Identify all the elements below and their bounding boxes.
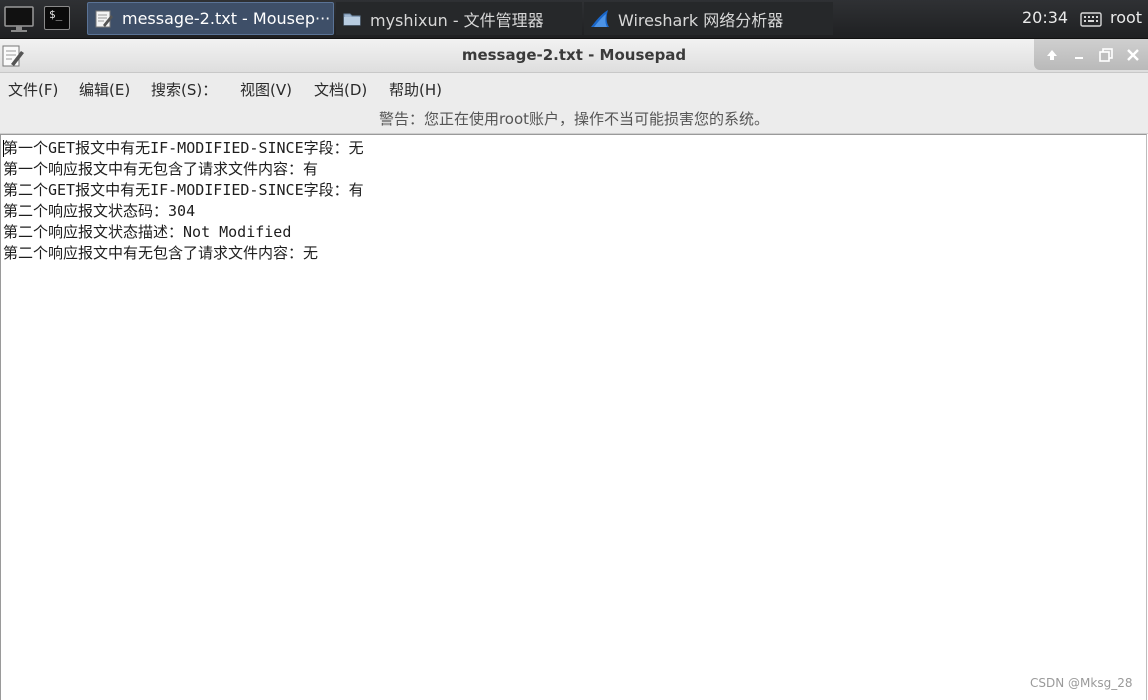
minimize-icon[interactable] <box>1071 47 1087 63</box>
menubar: 文件(F) 编辑(E) 搜索(S)： 视图(V) 文档(D) 帮助(H) <box>0 73 1148 103</box>
watermark: CSDN @Mksg_28 <box>1030 676 1133 690</box>
close-icon[interactable] <box>1125 47 1141 63</box>
top-panel: $_ message-2.txt - Mousep··· myshixun - … <box>0 0 1148 39</box>
wireshark-fin-icon <box>591 9 609 27</box>
taskbar-item-label: myshixun - 文件管理器 <box>370 10 544 30</box>
menu-search[interactable]: 搜索(S)： <box>151 79 217 100</box>
editor-line[interactable]: 第二个GET报文中有无IF-MODIFIED-SINCE字段：有 <box>3 180 364 201</box>
editor-line[interactable]: 第二个响应报文中有无包含了请求文件内容：无 <box>3 243 364 264</box>
editor-line[interactable]: 第二个响应报文状态描述：Not Modified <box>3 222 364 243</box>
taskbar-item-wireshark[interactable]: Wireshark 网络分析器 <box>584 2 833 35</box>
text-editor-icon <box>95 10 113 27</box>
editor-line[interactable]: 第一个响应报文中有无包含了请求文件内容：有 <box>3 159 364 180</box>
window-titlebar[interactable]: message-2.txt - Mousepad <box>0 39 1148 73</box>
menu-view[interactable]: 视图(V) <box>240 79 292 100</box>
editor-line[interactable]: 第一个GET报文中有无IF-MODIFIED-SINCE字段：无 <box>3 138 364 159</box>
root-warning-text: 警告：您正在使用root账户，操作不当可能损害您的系统。 <box>378 110 770 128</box>
taskbar-item-label: message-2.txt - Mousep··· <box>122 9 331 28</box>
folder-icon <box>343 13 361 25</box>
editor-lines: 第一个GET报文中有无IF-MODIFIED-SINCE字段：无 第一个响应报文… <box>3 138 364 264</box>
taskbar-item-file-manager[interactable]: myshixun - 文件管理器 <box>336 2 582 35</box>
shade-up-icon[interactable] <box>1044 47 1060 63</box>
taskbar-item-mousepad[interactable]: message-2.txt - Mousep··· <box>87 2 334 35</box>
terminal-icon[interactable]: $_ <box>44 6 70 30</box>
maximize-icon[interactable] <box>1098 47 1114 63</box>
menu-document[interactable]: 文档(D) <box>314 79 367 100</box>
root-warning-bar: 警告：您正在使用root账户，操作不当可能损害您的系统。 <box>0 103 1148 134</box>
editor-line[interactable]: 第二个响应报文状态码：304 <box>3 201 364 222</box>
clock[interactable]: 20:34 <box>1022 8 1068 27</box>
menu-help[interactable]: 帮助(H) <box>389 79 442 100</box>
monitor-icon[interactable] <box>3 4 35 34</box>
window-title: message-2.txt - Mousepad <box>461 46 687 64</box>
taskbar-item-label: Wireshark 网络分析器 <box>618 10 784 30</box>
text-editor-area[interactable]: 第一个GET报文中有无IF-MODIFIED-SINCE字段：无 第一个响应报文… <box>0 134 1147 700</box>
keyboard-icon[interactable] <box>1080 10 1102 28</box>
menu-file[interactable]: 文件(F) <box>8 79 58 100</box>
menu-edit[interactable]: 编辑(E) <box>79 79 130 100</box>
window-controls <box>1034 39 1148 70</box>
user-menu[interactable]: root <box>1110 8 1142 27</box>
